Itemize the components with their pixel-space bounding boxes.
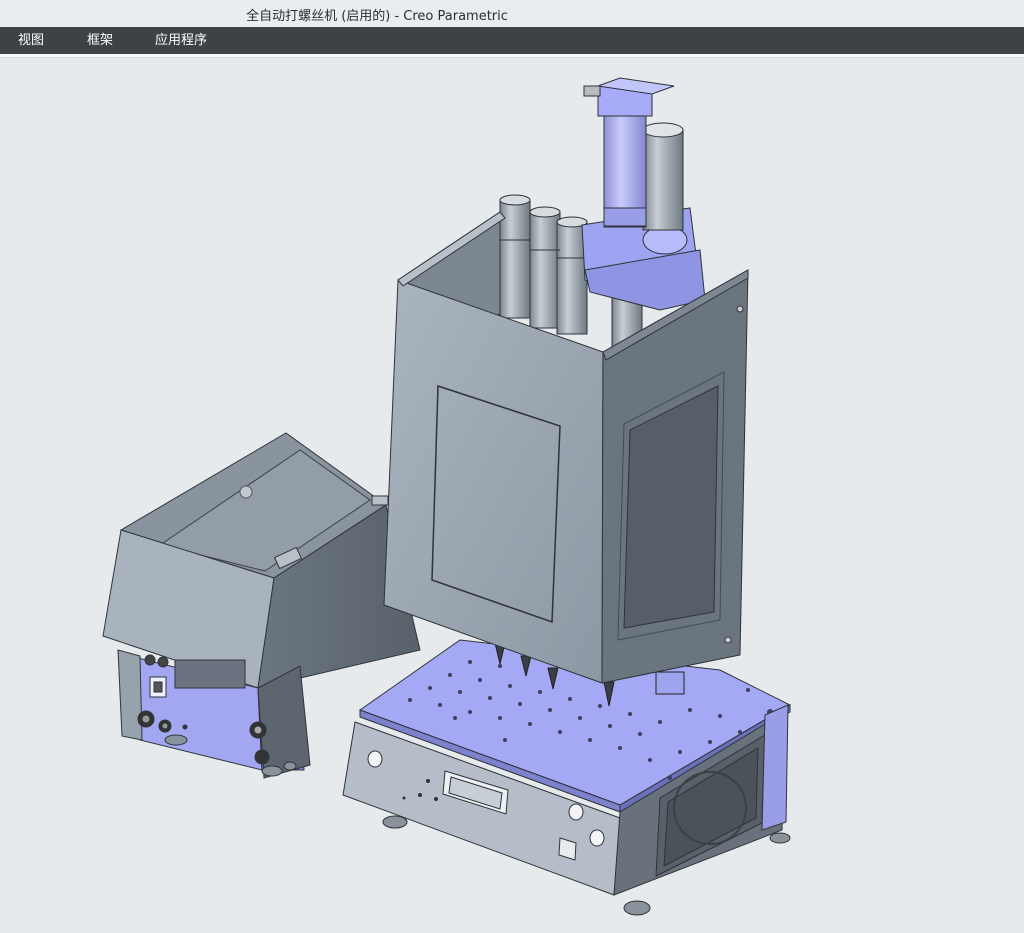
window-title: 全自动打螺丝机 (启用的) - Creo Parametric [246,9,508,24]
screw-head-module [383,77,749,684]
menu-item-applications[interactable]: 应用程序 [153,31,209,50]
model-viewport[interactable] [0,58,1024,933]
machine-base [342,639,792,916]
menu-bar: 视图 框架 应用程序 [0,27,1024,54]
menu-item-frame[interactable]: 框架 [85,31,115,50]
cad-model-render [102,77,792,916]
control-box [102,432,421,779]
title-bar: 全自动打螺丝机 (启用的) - Creo Parametric [0,0,1024,28]
menu-item-view[interactable]: 视图 [16,31,46,50]
